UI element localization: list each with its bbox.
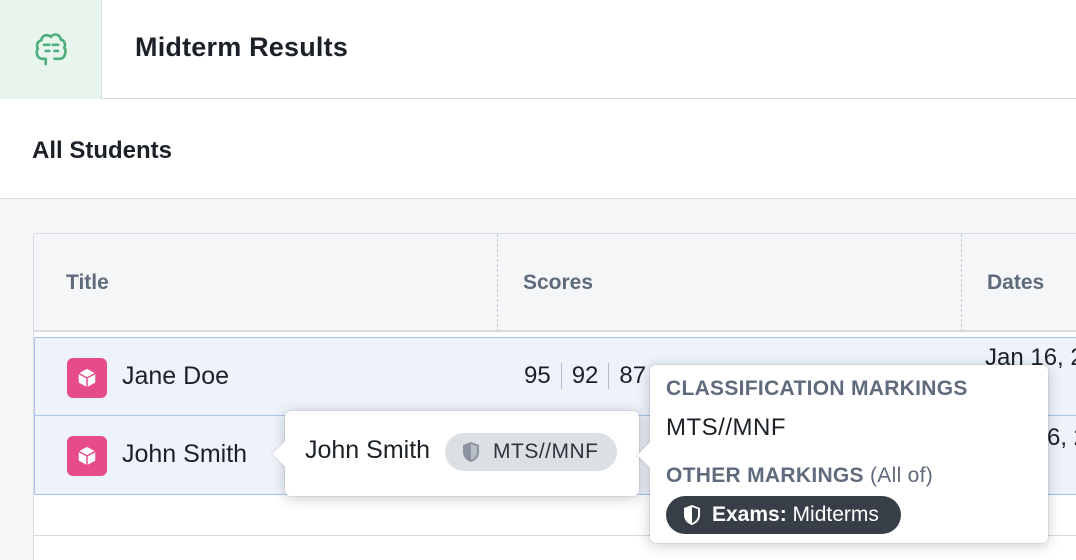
classification-markings-value: MTS//MNF	[666, 414, 786, 441]
pill-key: Exams:	[712, 503, 787, 526]
other-markings-heading: OTHER MARKINGS (All of)	[666, 464, 933, 488]
brain-icon	[34, 32, 67, 65]
app-header: Midterm Results	[0, 0, 1076, 99]
column-header-title[interactable]: Title	[34, 234, 498, 332]
pill-value: Midterms	[786, 503, 879, 526]
score-value: 95	[524, 362, 551, 389]
section-title: All Students	[32, 137, 173, 164]
tag-label: MTS//MNF	[493, 440, 599, 463]
markings-popover: CLASSIFICATION MARKINGS MTS//MNF OTHER M…	[637, 365, 1048, 543]
score-value: 87	[619, 362, 647, 389]
cube-icon	[67, 358, 107, 398]
section-header: All Students	[0, 99, 1076, 199]
score-separator	[608, 363, 610, 389]
scores-cell: 95 92 87	[524, 362, 646, 390]
exam-marking-pill[interactable]: Exams: Midterms	[666, 496, 901, 534]
student-name[interactable]: Jane Doe	[122, 362, 229, 391]
cube-icon	[67, 436, 107, 476]
other-markings-label: OTHER MARKINGS	[666, 464, 864, 487]
score-value: 92	[571, 362, 599, 389]
other-markings-qualifier: (All of)	[870, 464, 934, 487]
column-header-scores[interactable]: Scores	[498, 234, 962, 332]
app-logo[interactable]	[0, 0, 102, 99]
page-title: Midterm Results	[135, 32, 349, 62]
column-header-dates[interactable]: Dates	[962, 234, 1076, 332]
popover-name: John Smith	[305, 436, 431, 464]
table-header: Title Scores Dates	[34, 234, 1076, 332]
name-popover: John Smith MTS//MNF	[272, 411, 639, 496]
date-cell: 6, 2	[1047, 424, 1076, 451]
classification-tag[interactable]: MTS//MNF	[445, 433, 617, 471]
shield-icon	[684, 505, 700, 525]
shield-icon	[463, 442, 479, 462]
classification-markings-heading: CLASSIFICATION MARKINGS	[666, 377, 968, 400]
score-separator	[560, 363, 562, 389]
student-name[interactable]: John Smith	[122, 440, 247, 469]
